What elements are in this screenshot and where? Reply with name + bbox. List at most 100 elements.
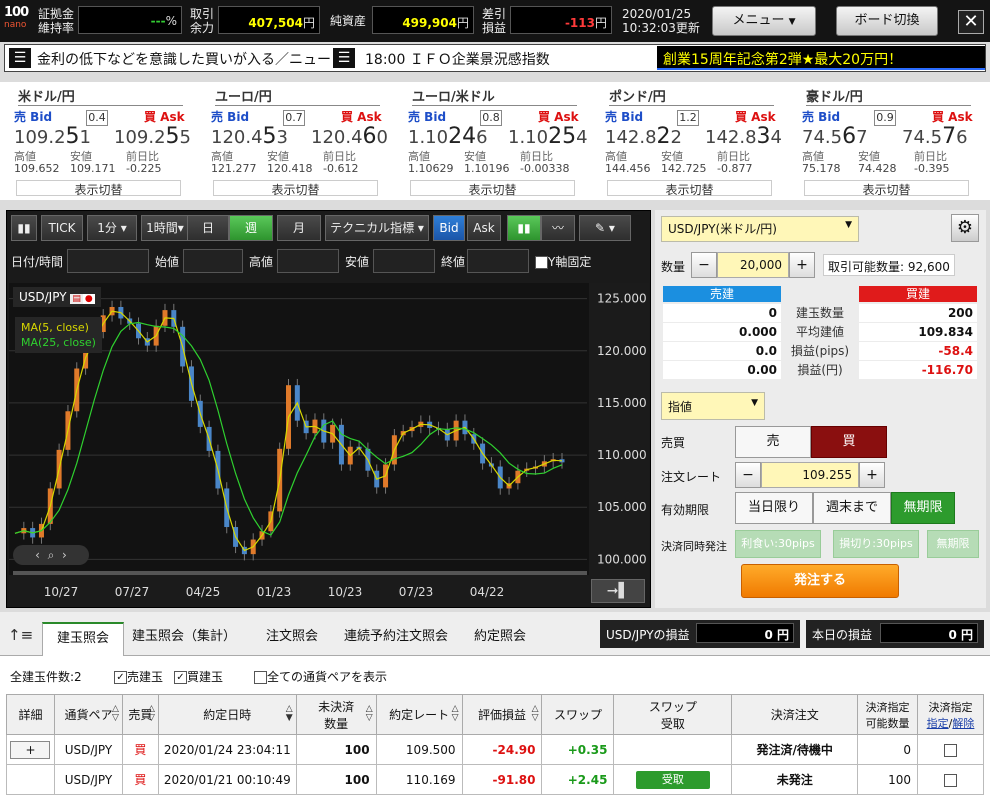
receive-swap-button[interactable]: 受取: [635, 770, 710, 789]
news-headline[interactable]: 金利の低下などを意識した買いが入る／ニュー: [37, 49, 331, 69]
bid-price[interactable]: 1.10246: [408, 124, 488, 149]
sort-icon[interactable]: △ ▼: [286, 705, 293, 723]
expiry-week-button[interactable]: 週末まで: [813, 492, 891, 524]
sort-icon[interactable]: △ ▽: [112, 705, 119, 723]
interval-1-select[interactable]: 1分 ▾: [87, 215, 137, 241]
indicator-select[interactable]: テクニカル指標 ▾: [325, 215, 429, 241]
promo-banner[interactable]: 創業15周年記念第2弾★最大20万円！: [657, 46, 985, 70]
all-pairs-filter[interactable]: 全ての通貨ペアを表示: [254, 668, 387, 685]
jump-latest-button[interactable]: ➞▌: [591, 579, 645, 603]
sort-icon[interactable]: △ ▽: [452, 705, 459, 723]
table-row[interactable]: + USD/JPY 買 2020/01/24 23:04:11 100 109.…: [6, 734, 984, 765]
ask-price[interactable]: 1.10254: [508, 124, 588, 149]
bid-price[interactable]: 74.567: [802, 124, 868, 149]
list-icon[interactable]: ☰: [9, 48, 31, 68]
chart-type-icon[interactable]: ▮▮: [11, 215, 37, 241]
menu-button[interactable]: メニュー ▼: [712, 6, 816, 36]
rate-card[interactable]: ユーロ/米ドル 売 Bid 0.8 買 Ask 1.10246 1.10254 …: [408, 82, 593, 200]
tab-positions-summary[interactable]: 建玉照会（集計）: [130, 622, 238, 656]
bid-price[interactable]: 142.822: [605, 124, 682, 149]
board-switch-button[interactable]: ボード切換: [836, 6, 938, 36]
settle-checkbox[interactable]: [944, 773, 958, 787]
qty-input[interactable]: 20,000: [717, 252, 789, 278]
chevron-left-icon[interactable]: ‹: [35, 548, 40, 562]
qty-minus-button[interactable]: −: [691, 252, 717, 278]
date-input[interactable]: [67, 249, 149, 273]
ask-price[interactable]: 74.576: [902, 124, 968, 149]
open-input[interactable]: [183, 249, 243, 273]
buy-button[interactable]: 買: [811, 426, 887, 458]
close-input[interactable]: [467, 249, 529, 273]
month-button[interactable]: 月: [277, 215, 321, 241]
draw-tool-icon[interactable]: ✎ ▾: [579, 215, 631, 241]
price-chart[interactable]: 125.000 120.000 115.000 110.000 105.000 100.0…: [9, 283, 649, 607]
y-fix-checkbox[interactable]: [535, 256, 548, 269]
sell-filter[interactable]: ✓ 売建玉: [114, 668, 163, 685]
rate-card[interactable]: 豪ドル/円 売 Bid 0.9 買 Ask 74.567 74.576 高値 安…: [802, 82, 987, 200]
chart-scrollbar[interactable]: [13, 571, 587, 575]
candle-icon[interactable]: ▮▮: [507, 215, 541, 241]
day-button[interactable]: 日: [187, 215, 229, 241]
gear-icon[interactable]: ⚙: [951, 214, 979, 242]
rate-input[interactable]: 109.255: [761, 462, 859, 488]
line-chart-icon[interactable]: 〰: [541, 215, 575, 241]
rate-minus-button[interactable]: −: [735, 462, 761, 488]
expand-detail-button[interactable]: +: [10, 740, 51, 759]
col-pair[interactable]: 通貨ペア △ ▽: [53, 694, 123, 735]
rate-plus-button[interactable]: +: [859, 462, 885, 488]
tab-executions[interactable]: 約定照会: [462, 622, 538, 656]
ask-toggle[interactable]: Ask: [467, 215, 501, 241]
high-input[interactable]: [277, 249, 339, 273]
week-button[interactable]: 週: [229, 215, 273, 241]
checkbox-checked[interactable]: ✓: [174, 671, 187, 684]
col-pl[interactable]: 評価損益 △ ▽: [461, 694, 543, 735]
display-switch-button[interactable]: 表示切替: [804, 180, 969, 197]
bid-price[interactable]: 109.251: [14, 124, 91, 149]
expiry-none-button[interactable]: 無期限: [891, 492, 955, 524]
display-switch-button[interactable]: 表示切替: [607, 180, 772, 197]
select-all-link[interactable]: 指定: [927, 717, 949, 730]
clear-link[interactable]: 解除: [952, 717, 974, 730]
display-switch-button[interactable]: 表示切替: [213, 180, 378, 197]
buy-filter[interactable]: ✓ 買建玉: [174, 668, 223, 685]
sort-icon[interactable]: △ ▽: [532, 705, 539, 723]
display-switch-button[interactable]: 表示切替: [16, 180, 181, 197]
rate-card[interactable]: 米ドル/円 売 Bid 0.4 買 Ask 109.251 109.255 高値…: [14, 82, 199, 200]
low-input[interactable]: [373, 249, 435, 273]
checkbox[interactable]: [254, 671, 267, 684]
tab-positions[interactable]: 建玉照会: [42, 622, 124, 656]
pair-select[interactable]: USD/JPY(米ドル/円) ▼: [661, 216, 859, 242]
expiry-day-button[interactable]: 当日限り: [735, 492, 813, 524]
rate-card[interactable]: ポンド/円 売 Bid 1.2 買 Ask 142.822 142.834 高値…: [605, 82, 790, 200]
tab-reserved-orders[interactable]: 連続予約注文照会: [340, 622, 452, 656]
ask-price[interactable]: 109.255: [114, 124, 191, 149]
economic-schedule[interactable]: 18:00 ＩＦＯ企業景況感指数: [365, 49, 655, 69]
settle-none-button[interactable]: 無期限: [927, 530, 979, 558]
tick-button[interactable]: TICK: [41, 215, 83, 241]
order-type-select[interactable]: 指値 ▼: [661, 392, 765, 420]
sell-button[interactable]: 売: [735, 426, 811, 458]
submit-order-button[interactable]: 発注する: [741, 564, 899, 598]
col-side[interactable]: 売買 △ ▽: [121, 694, 159, 735]
chart-svg[interactable]: 125.000 120.000 115.000 110.000 105.000 100.0…: [9, 283, 649, 607]
sort-icon[interactable]: △ ▽: [366, 705, 373, 723]
y-fix-label[interactable]: Y軸固定: [535, 253, 591, 270]
col-rate[interactable]: 約定レート △ ▽: [375, 694, 463, 735]
collapse-icon[interactable]: ↑≡: [8, 626, 33, 644]
chevron-right-icon[interactable]: ›: [62, 548, 67, 562]
list-icon[interactable]: ☰: [333, 48, 355, 68]
checkbox-checked[interactable]: ✓: [114, 671, 127, 684]
interval-2-select[interactable]: 1時間▾: [141, 215, 189, 241]
col-datetime[interactable]: 約定日時 △ ▼: [157, 694, 297, 735]
table-row[interactable]: USD/JPY 買 2020/01/21 00:10:49 100 110.16…: [6, 764, 984, 795]
rate-card[interactable]: ユーロ/円 売 Bid 0.7 買 Ask 120.453 120.460 高値…: [211, 82, 396, 200]
bid-price[interactable]: 120.453: [211, 124, 288, 149]
qty-plus-button[interactable]: +: [789, 252, 815, 278]
tab-orders[interactable]: 注文照会: [252, 622, 332, 656]
settle-profit-button[interactable]: 利食い:30pips: [735, 530, 821, 558]
display-switch-button[interactable]: 表示切替: [410, 180, 575, 197]
settle-checkbox[interactable]: [944, 743, 958, 757]
close-button[interactable]: ✕: [958, 10, 984, 34]
zoom-icon[interactable]: ⌕: [48, 548, 55, 562]
ask-price[interactable]: 120.460: [311, 124, 388, 149]
